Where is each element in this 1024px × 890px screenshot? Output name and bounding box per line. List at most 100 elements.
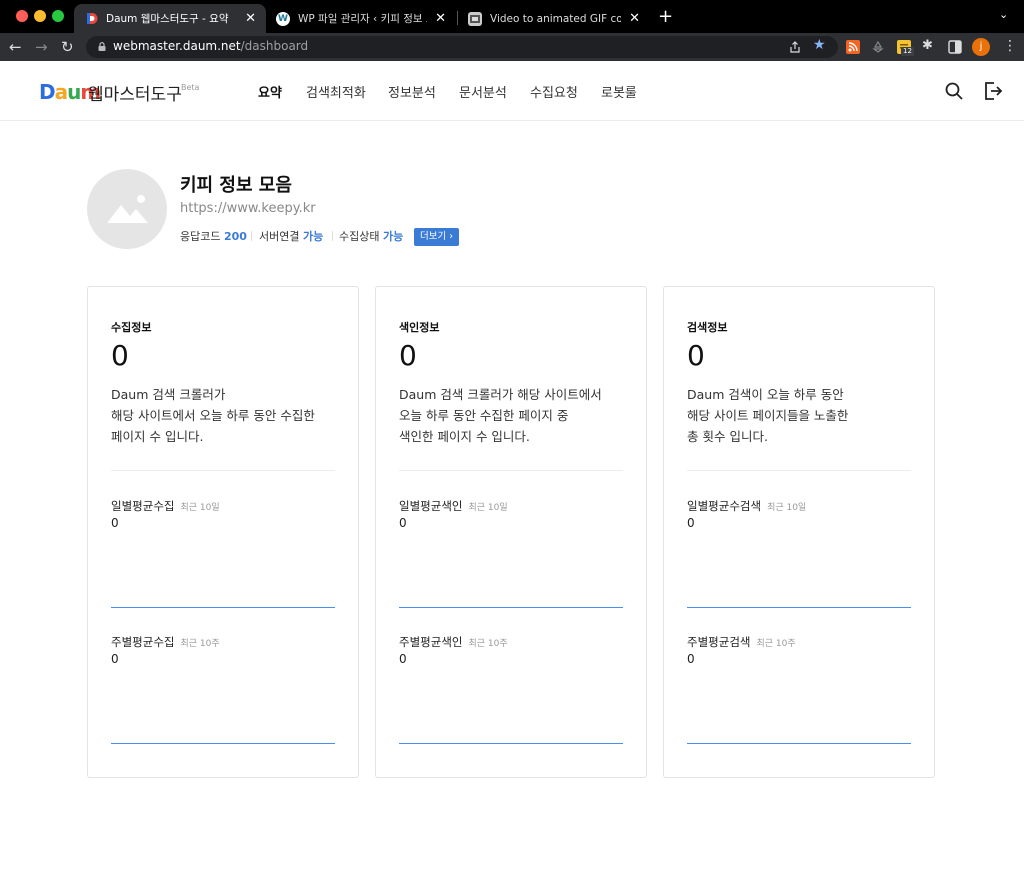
logout-icon[interactable] xyxy=(983,81,1003,101)
back-arrow-icon[interactable]: ← xyxy=(9,37,22,57)
metric-hint: 최근 10일 xyxy=(468,503,508,513)
daily-average-value: 0 xyxy=(687,516,695,530)
close-tab-icon[interactable]: ✕ xyxy=(435,11,446,26)
metric-label: 주별평균수집 xyxy=(111,635,175,649)
browser-tab-daum[interactable]: Daum 웹마스터도구 - 요약 ✕ xyxy=(74,4,266,33)
brand-title[interactable]: 웹마스터도구 xyxy=(88,80,182,105)
stat-value: 가능 xyxy=(302,230,324,243)
url-path: /dashboard xyxy=(240,39,309,53)
weekly-average-label: 주별평균수집 최근 10주 xyxy=(111,634,220,650)
desc-line: 해당 사이트에서 오늘 하루 동안 수집한 xyxy=(111,408,315,423)
desc-line: 색인한 페이지 수 입니다. xyxy=(399,429,530,444)
profile-avatar[interactable]: j xyxy=(972,38,990,56)
nav-crawl-request[interactable]: 수집요청 xyxy=(530,82,578,101)
side-panel-icon[interactable] xyxy=(948,40,962,54)
nav-seo[interactable]: 검색최적화 xyxy=(306,82,366,101)
site-name: 키피 정보 모음 xyxy=(180,175,292,196)
card-value: 0 xyxy=(687,339,705,372)
reload-icon[interactable]: ↻ xyxy=(61,37,74,57)
server-connection-stat: 서버연결 가능 xyxy=(259,228,323,244)
crawl-status-stat: 수집상태 가능 xyxy=(339,228,403,244)
minimize-window-button[interactable] xyxy=(34,10,46,22)
metric-label: 일별평균수집 xyxy=(111,499,175,513)
logo-letter: u xyxy=(67,80,81,104)
bookmark-star-icon[interactable]: ★ xyxy=(813,37,826,53)
card-title: 색인정보 xyxy=(399,321,440,334)
daily-average-label: 일별평균색인 최근 10일 xyxy=(399,498,508,514)
rss-extension-icon[interactable] xyxy=(846,40,860,54)
tab-title: Daum 웹마스터도구 - 요약 xyxy=(106,13,229,25)
card-description: Daum 검색이 오늘 하루 동안 해당 사이트 페이지들을 노출한 총 횟수 … xyxy=(687,384,922,447)
metric-hint: 최근 10일 xyxy=(767,503,807,513)
index-info-card: 색인정보 0 Daum 검색 크롤러가 해당 사이트에서 오늘 하루 동안 수집… xyxy=(375,286,647,778)
nav-document-analysis[interactable]: 문서분석 xyxy=(459,82,507,101)
gif-converter-favicon-icon xyxy=(468,11,482,26)
forward-arrow-icon[interactable]: → xyxy=(35,37,48,57)
more-button-label: 더보기 xyxy=(420,231,447,242)
desc-line: Daum 검색 크롤러가 해당 사이트에서 xyxy=(399,387,602,402)
daily-chart-line xyxy=(399,607,623,608)
search-icon[interactable] xyxy=(944,81,964,101)
share-icon[interactable] xyxy=(789,41,801,53)
address-bar[interactable]: webmaster.daum.net/dashboard ★ xyxy=(86,36,838,58)
daily-chart-line xyxy=(687,607,911,608)
logo-letter: D xyxy=(39,80,56,104)
logo-letter: a xyxy=(54,80,68,104)
maximize-window-button[interactable] xyxy=(52,10,64,22)
recycle-extension-icon[interactable] xyxy=(871,40,885,54)
card-value: 0 xyxy=(399,339,417,372)
image-placeholder-icon xyxy=(107,195,148,223)
card-divider xyxy=(687,470,911,471)
site-thumbnail xyxy=(87,169,167,249)
stat-divider xyxy=(251,231,252,241)
weekly-average-label: 주별평균색인 최근 10주 xyxy=(399,634,508,650)
browser-tab-wp[interactable]: W WP 파일 관리자 ‹ 키피 정보 모음 — ✕ xyxy=(266,4,456,33)
metric-label: 일별평균색인 xyxy=(399,499,463,513)
desc-line: 해당 사이트 페이지들을 노출한 xyxy=(687,408,849,423)
weekly-chart-line xyxy=(111,743,335,744)
more-button[interactable]: 더보기 › xyxy=(414,228,460,246)
nav-info-analysis[interactable]: 정보분석 xyxy=(388,82,436,101)
beta-label: Beta xyxy=(181,83,200,92)
browser-tab-bar: Daum 웹마스터도구 - 요약 ✕ W WP 파일 관리자 ‹ 키피 정보 모… xyxy=(0,0,1024,33)
metric-hint: 최근 10주 xyxy=(180,639,220,649)
metric-hint: 최근 10주 xyxy=(468,639,508,649)
desc-line: Daum 검색이 오늘 하루 동안 xyxy=(687,387,844,402)
card-title: 수집정보 xyxy=(111,321,152,334)
lock-icon xyxy=(98,42,106,51)
close-window-button[interactable] xyxy=(16,10,28,22)
site-header: Daum 웹마스터도구 Beta 요약 검색최적화 정보분석 문서분석 수집요청… xyxy=(0,61,1024,121)
stat-value: 가능 xyxy=(382,230,404,243)
desc-line: 총 횟수 입니다. xyxy=(687,429,768,444)
response-code-stat: 응답코드 200 xyxy=(180,228,247,244)
weekly-average-label: 주별평균검색 최근 10주 xyxy=(687,634,796,650)
new-tab-icon[interactable]: + xyxy=(658,6,673,27)
stat-value: 200 xyxy=(223,230,247,243)
card-divider xyxy=(111,470,335,471)
card-title: 검색정보 xyxy=(687,321,728,334)
tab-title: Video to animated GIF converte xyxy=(490,12,622,25)
crawl-info-card: 수집정보 0 Daum 검색 크롤러가 해당 사이트에서 오늘 하루 동안 수집… xyxy=(87,286,359,778)
metric-label: 주별평균색인 xyxy=(399,635,463,649)
browser-tab-gif[interactable]: Video to animated GIF converte ✕ xyxy=(458,4,650,33)
site-url[interactable]: https://www.keepy.kr xyxy=(180,201,316,216)
weekly-average-value: 0 xyxy=(399,652,407,666)
daily-average-value: 0 xyxy=(399,516,407,530)
stat-divider xyxy=(332,231,333,241)
puzzle-extensions-icon[interactable]: ✱ xyxy=(922,38,933,53)
chevron-down-icon[interactable]: ⌄ xyxy=(999,8,1008,21)
daily-average-label: 일별평균수집 최근 10일 xyxy=(111,498,220,514)
close-tab-icon[interactable]: ✕ xyxy=(245,11,256,26)
card-description: Daum 검색 크롤러가 해당 사이트에서 오늘 하루 동안 수집한 페이지 중… xyxy=(399,384,634,447)
nav-robot-rules[interactable]: 로봇룰 xyxy=(601,82,637,101)
metric-hint: 최근 10주 xyxy=(756,639,796,649)
weekly-average-value: 0 xyxy=(687,652,695,666)
notes-extension-icon[interactable]: 12 xyxy=(897,39,914,56)
more-menu-icon[interactable]: ⋮ xyxy=(1003,38,1017,54)
nav-summary[interactable]: 요약 xyxy=(258,82,282,101)
desc-line: 페이지 수 입니다. xyxy=(111,429,204,444)
extension-badge: 12 xyxy=(901,47,914,56)
browser-toolbar: ← → ↻ webmaster.daum.net/dashboard ★ 12 … xyxy=(0,33,1024,61)
close-tab-icon[interactable]: ✕ xyxy=(629,11,640,26)
search-info-card: 검색정보 0 Daum 검색이 오늘 하루 동안 해당 사이트 페이지들을 노출… xyxy=(663,286,935,778)
